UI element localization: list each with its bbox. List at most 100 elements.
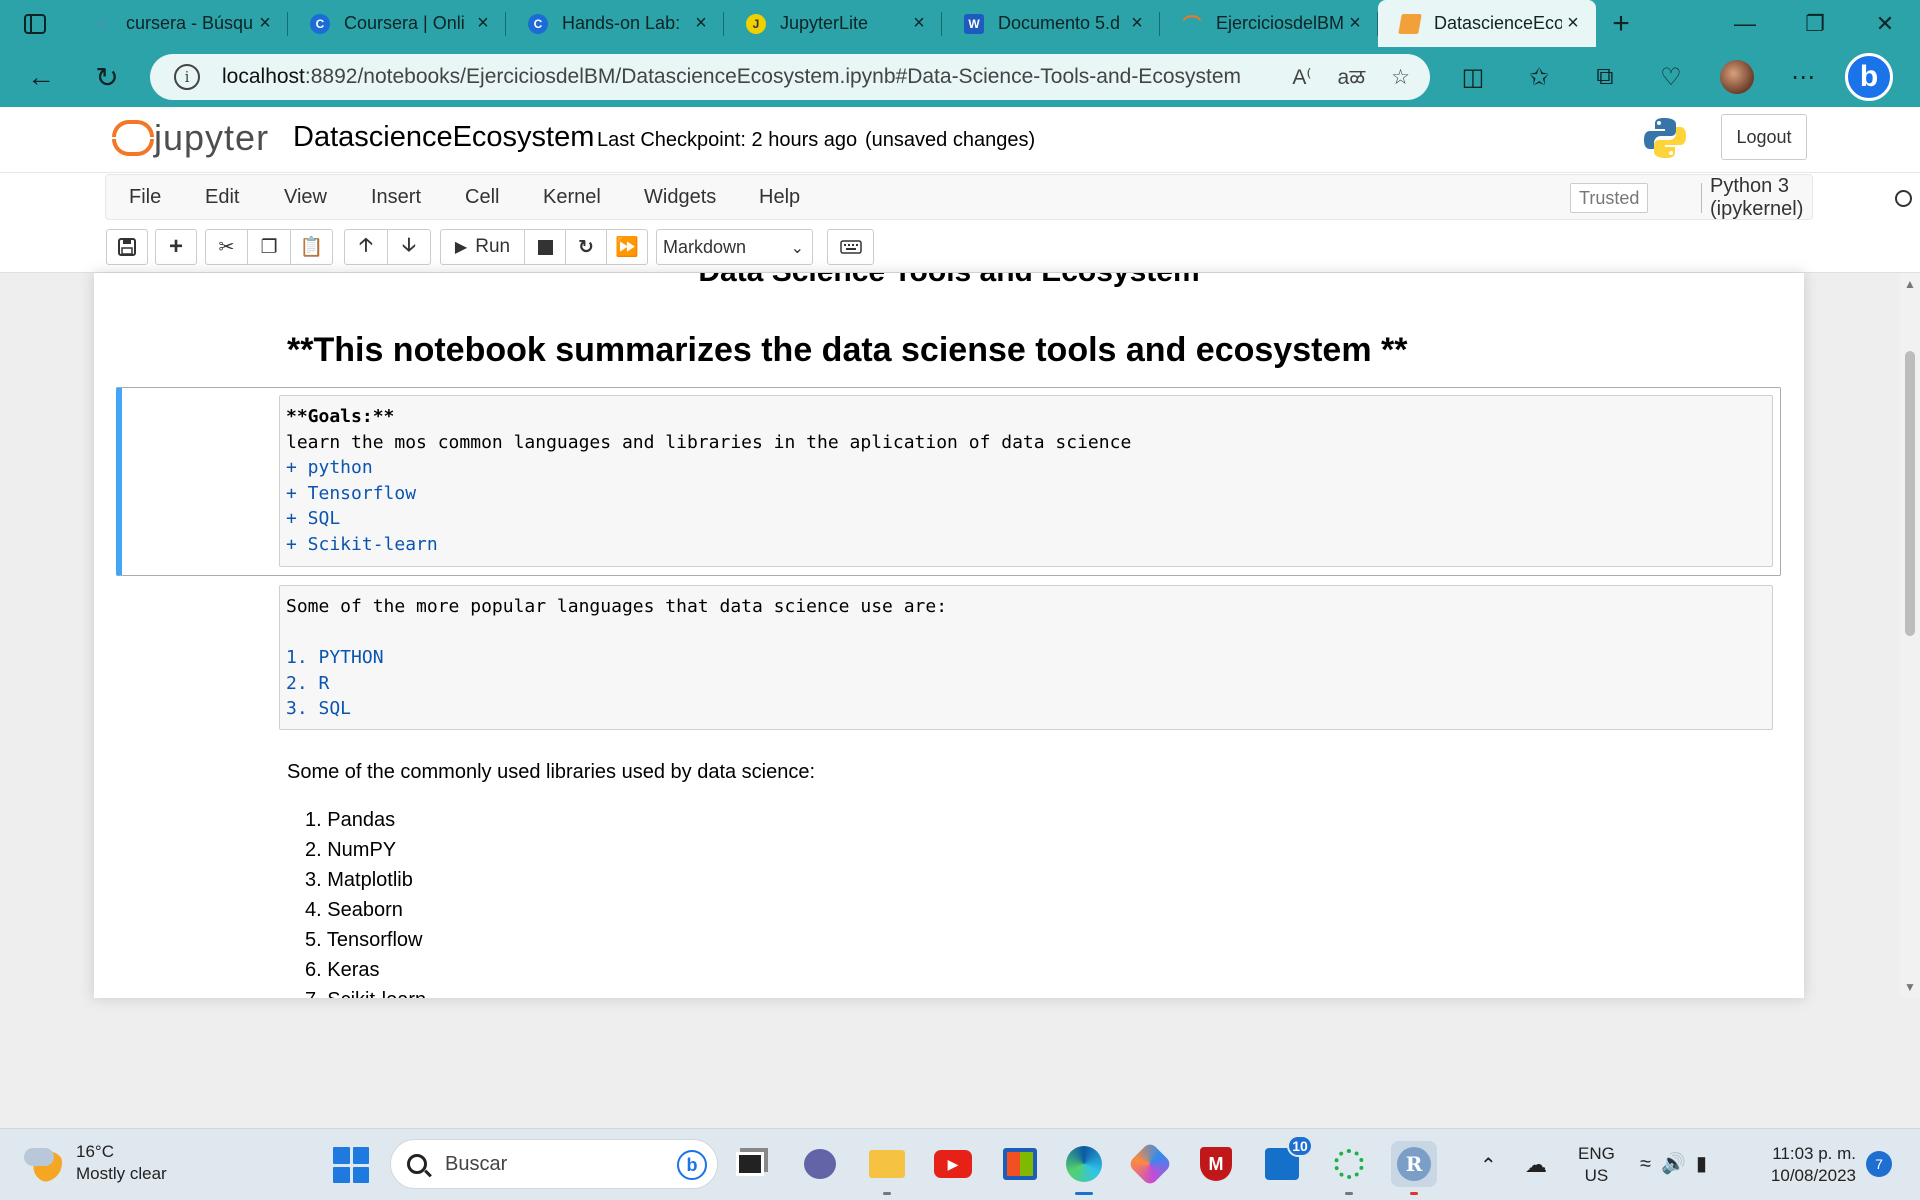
favorite-star-icon[interactable]: ☆	[1391, 65, 1410, 90]
favorites-icon[interactable]: ✩	[1506, 47, 1572, 107]
browser-tab[interactable]: C Coursera | Onli ×	[288, 0, 506, 47]
browser-tab[interactable]: ⚲ cursera - Búsqu ×	[70, 0, 288, 47]
back-arrow-icon[interactable]: ←	[8, 47, 74, 107]
browser-tab[interactable]: ⌒ EjerciciosdelBM ×	[1160, 0, 1378, 47]
summary-heading[interactable]: **This notebook summarizes the data scie…	[287, 331, 1407, 370]
start-button[interactable]	[333, 1147, 369, 1183]
command-palette-button[interactable]	[827, 229, 874, 265]
browser-tab[interactable]: J JupyterLite ×	[724, 0, 942, 47]
new-tab-button[interactable]: +	[1596, 0, 1646, 47]
menu-edit[interactable]: Edit	[205, 186, 239, 209]
system-status-icons[interactable]: ≈🔊▮	[1640, 1151, 1717, 1176]
cell-type-select[interactable]: Markdown ⌄	[656, 229, 813, 265]
copy-button[interactable]: ❐	[247, 229, 291, 265]
mcafee-shield-icon: M	[1200, 1147, 1232, 1181]
unsaved-changes-status: (unsaved changes)	[865, 129, 1036, 151]
split-screen-icon[interactable]: ◫	[1440, 47, 1506, 107]
restore-icon[interactable]: ❐	[1780, 0, 1850, 47]
tab-label: DatascienceEco	[1434, 13, 1562, 33]
jupyter-logo[interactable]: jupyter	[112, 117, 269, 159]
taskbar-search[interactable]: Buscar b	[390, 1139, 718, 1189]
cell-type-value: Markdown	[663, 236, 747, 257]
goals-markdown-editor[interactable]: **Goals:** learn the mos common languages…	[279, 395, 1773, 567]
close-tab-icon[interactable]: ×	[690, 12, 712, 35]
rstudio-loader-button[interactable]	[1326, 1141, 1372, 1195]
tab-actions-icon[interactable]	[0, 0, 70, 47]
menu-bar: File Edit View Insert Cell Kernel Widget…	[0, 173, 1920, 223]
menu-view[interactable]: View	[284, 186, 327, 209]
jupyter-wordmark: jupyter	[154, 117, 270, 158]
youtube-button[interactable]: ▶	[930, 1141, 976, 1187]
restart-run-all-button[interactable]: ⏩	[606, 229, 648, 265]
move-down-button[interactable]: 🡣	[387, 229, 431, 265]
task-view-button[interactable]	[727, 1141, 773, 1187]
system-clock[interactable]: 11:03 p. m. 10/08/2023	[1760, 1143, 1856, 1187]
more-options-icon[interactable]: ⋯	[1770, 47, 1836, 107]
trusted-indicator[interactable]: Trusted	[1570, 183, 1649, 213]
menu-help[interactable]: Help	[759, 186, 800, 209]
edge-button[interactable]	[1061, 1141, 1107, 1195]
logout-button[interactable]: Logout	[1721, 114, 1807, 160]
close-tab-icon[interactable]: ×	[254, 12, 276, 35]
languages-markdown-editor[interactable]: Some of the more popular languages that …	[279, 585, 1773, 730]
minimize-icon[interactable]: —	[1710, 0, 1780, 47]
reload-icon[interactable]: ↻	[74, 47, 140, 107]
notification-badge: 10	[1287, 1135, 1313, 1157]
teams-chat-button[interactable]	[797, 1141, 843, 1187]
insert-cell-button[interactable]: +	[155, 229, 197, 265]
notebook-scrollbar[interactable]: ▲ ▼	[1900, 273, 1920, 998]
close-tab-icon[interactable]: ×	[1562, 12, 1584, 35]
browser-tab[interactable]: W Documento 5.d ×	[942, 0, 1160, 47]
r-app-button[interactable]: R	[1391, 1141, 1437, 1195]
cut-button[interactable]: ✂	[205, 229, 248, 265]
menu-insert[interactable]: Insert	[371, 186, 421, 209]
close-tab-icon[interactable]: ×	[1344, 12, 1366, 35]
restart-button[interactable]: ↻	[565, 229, 607, 265]
interrupt-button[interactable]	[524, 229, 566, 265]
profile-avatar[interactable]	[1704, 47, 1770, 107]
input-language[interactable]: ENG US	[1578, 1143, 1615, 1187]
outlook-button[interactable]: 10	[1259, 1135, 1313, 1187]
site-info-icon[interactable]: i	[174, 64, 200, 90]
notebook-name[interactable]: DatascienceEcosystem	[293, 121, 594, 154]
weather-widget[interactable]: 16°C Mostly clear	[24, 1141, 167, 1185]
edge-icon	[1066, 1146, 1102, 1182]
tray-overflow-icon[interactable]: ⌃	[1480, 1129, 1497, 1200]
copilot-button[interactable]	[1127, 1141, 1173, 1187]
scroll-up-icon[interactable]: ▲	[1904, 277, 1916, 291]
browser-tab[interactable]: C Hands-on Lab: ×	[506, 0, 724, 47]
browser-tab-active[interactable]: DatascienceEco ×	[1378, 0, 1596, 47]
bing-chat-button[interactable]: b	[1836, 47, 1902, 107]
address-bar[interactable]: i localhost:8892/notebooks/Ejerciciosdel…	[150, 54, 1430, 100]
paste-icon: 📋	[299, 237, 324, 258]
close-window-icon[interactable]: ✕	[1850, 0, 1920, 47]
libraries-rendered-cell[interactable]: Some of the commonly used libraries used…	[287, 761, 815, 998]
menu-kernel[interactable]: Kernel	[543, 186, 601, 209]
kernel-name[interactable]: Python 3 (ipykernel)	[1701, 175, 1812, 220]
notification-center-badge[interactable]: 7	[1866, 1151, 1892, 1177]
read-aloud-icon[interactable]: A⁽	[1292, 65, 1311, 90]
translate-icon[interactable]: aळ	[1338, 63, 1366, 91]
menu-widgets[interactable]: Widgets	[644, 186, 716, 209]
onedrive-cloud-icon[interactable]: ☁	[1525, 1129, 1547, 1200]
save-button[interactable]	[106, 229, 148, 265]
scrollbar-thumb[interactable]	[1905, 351, 1915, 636]
microsoft-store-button[interactable]	[997, 1141, 1043, 1187]
file-explorer-button[interactable]	[864, 1141, 910, 1195]
goals-intro: learn the mos common languages and libra…	[286, 431, 1132, 453]
move-up-button[interactable]: 🡡	[344, 229, 388, 265]
close-tab-icon[interactable]: ×	[908, 12, 930, 35]
folder-icon	[869, 1150, 905, 1178]
scroll-down-icon[interactable]: ▼	[1904, 980, 1916, 994]
close-tab-icon[interactable]: ×	[1126, 12, 1148, 35]
collections-icon[interactable]: ⧉	[1572, 47, 1638, 107]
browser-essentials-icon[interactable]: ♡	[1638, 47, 1704, 107]
paste-button[interactable]: 📋	[290, 229, 333, 265]
mcafee-button[interactable]: M	[1193, 1141, 1239, 1187]
close-tab-icon[interactable]: ×	[472, 12, 494, 35]
languages-item: 2. R	[286, 672, 330, 694]
url-text[interactable]: localhost:8892/notebooks/EjerciciosdelBM…	[222, 65, 1241, 89]
run-button[interactable]: ▶ Run	[440, 229, 525, 265]
menu-cell[interactable]: Cell	[465, 186, 499, 209]
menu-file[interactable]: File	[129, 186, 161, 209]
